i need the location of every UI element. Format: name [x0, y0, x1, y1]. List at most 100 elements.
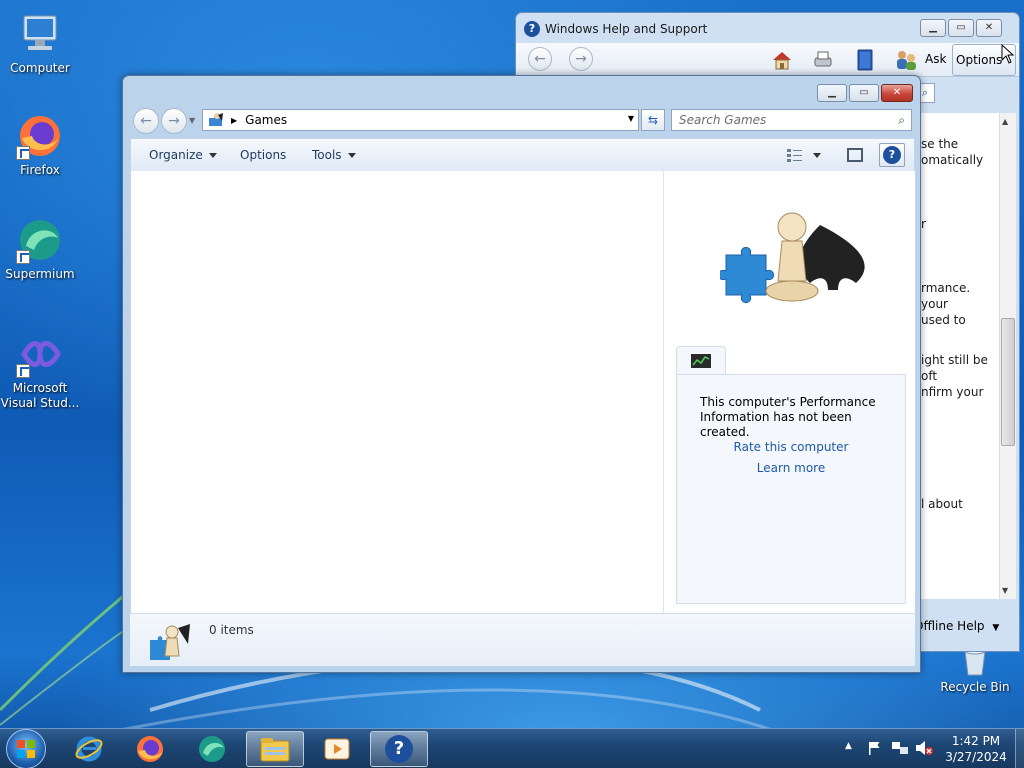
- desktop-icon-label: Firefox: [20, 163, 60, 177]
- details-pane: This computer's Performance Information …: [663, 171, 915, 613]
- search-input[interactable]: Search Games ⌕: [671, 109, 912, 131]
- volume-muted-icon[interactable]: [915, 740, 933, 756]
- start-button[interactable]: [6, 729, 46, 768]
- help-content-area: se the omatically r rmance. your used to…: [921, 113, 1001, 599]
- desktop-icon-label: Computer: [10, 61, 70, 75]
- taskbar-firefox[interactable]: [121, 731, 179, 767]
- help-icon: ?: [883, 146, 901, 164]
- system-clock[interactable]: 1:42 PM 3/27/2024: [940, 733, 1012, 765]
- command-bar: Organize Options Tools ?: [130, 138, 915, 171]
- help-toolbar: ← → Ask Options: [516, 43, 1019, 77]
- visual-studio-icon: [16, 330, 64, 378]
- close-button[interactable]: ✕: [881, 84, 913, 102]
- desktop-icon-label: Recycle Bin: [940, 680, 1010, 694]
- clock-date: 3/27/2024: [945, 750, 1007, 764]
- help-icon: ?: [524, 21, 540, 37]
- taskbar-windows-explorer[interactable]: [246, 731, 304, 767]
- windows-logo-icon: [17, 740, 35, 758]
- options-menu[interactable]: Options: [240, 148, 286, 162]
- supermium-icon: [16, 216, 64, 264]
- close-button[interactable]: ✕: [976, 19, 1002, 37]
- help-caption-buttons: ▁ ▭ ✕: [918, 19, 1002, 37]
- network-icon[interactable]: [891, 740, 909, 756]
- back-arrow-icon[interactable]: ←: [133, 108, 159, 134]
- shortcut-arrow-icon: [16, 146, 30, 160]
- show-hidden-icons-icon[interactable]: ▲: [845, 741, 852, 751]
- address-bar[interactable]: ▶ Games ▼: [202, 109, 639, 131]
- desktop-icon-recycle-bin[interactable]: Recycle Bin: [935, 645, 1015, 695]
- scroll-up-icon[interactable]: ▲: [1002, 117, 1008, 126]
- ask-button[interactable]: Ask: [925, 52, 946, 66]
- games-logo-icon: [718, 195, 880, 325]
- games-window[interactable]: ▁ ▭ ✕ ← → ▼ ▶ Games ▼ ⇆ Search Games ⌕ O…: [122, 75, 921, 673]
- firefox-icon: [137, 736, 163, 762]
- action-center-flag-icon[interactable]: [866, 740, 882, 756]
- help-window-title: ? Windows Help and Support: [524, 19, 707, 39]
- desktop-icon-label: Supermium: [5, 267, 75, 281]
- performance-panel: This computer's Performance Information …: [676, 374, 906, 604]
- address-dropdown-icon[interactable]: ▼: [628, 114, 634, 123]
- games-caption-buttons: ▁ ▭ ✕: [815, 84, 913, 102]
- desktop-icon-firefox[interactable]: Firefox: [0, 112, 80, 178]
- supermium-icon: [199, 736, 225, 762]
- home-icon[interactable]: [771, 49, 793, 71]
- print-icon[interactable]: [812, 49, 834, 71]
- breadcrumb-separator-icon: ▶: [231, 115, 238, 125]
- scroll-down-icon[interactable]: ▼: [1002, 586, 1008, 595]
- learn-more-link[interactable]: Learn more: [677, 461, 905, 475]
- chevron-down-icon: [208, 152, 217, 158]
- show-desktop-button[interactable]: [1015, 729, 1024, 768]
- games-folder-icon: [148, 622, 192, 662]
- clock-time: 1:42 PM: [951, 734, 1001, 748]
- chevron-down-icon: ▼: [992, 623, 1000, 633]
- performance-tab[interactable]: [676, 346, 726, 375]
- desktop-icon-supermium[interactable]: Supermium: [0, 216, 80, 282]
- rate-computer-link[interactable]: Rate this computer: [677, 440, 905, 454]
- forward-arrow-icon[interactable]: →: [569, 47, 593, 71]
- minimize-button[interactable]: ▁: [920, 19, 946, 37]
- help-scrollbar[interactable]: ▲ ▼: [999, 113, 1016, 599]
- offline-help-menu[interactable]: Offline Help ▼: [914, 619, 999, 633]
- games-folder-icon: [207, 111, 225, 129]
- browse-help-icon[interactable]: [854, 48, 876, 72]
- computer-icon: [16, 10, 64, 58]
- recent-pages-icon[interactable]: ▼: [189, 116, 195, 125]
- breadcrumb-games[interactable]: Games: [245, 113, 287, 127]
- search-icon: ⌕: [898, 113, 905, 127]
- back-arrow-icon[interactable]: ←: [528, 47, 552, 71]
- view-dropdown-icon[interactable]: [813, 153, 821, 158]
- details-bar: 0 items: [130, 613, 915, 666]
- shortcut-arrow-icon: [16, 364, 30, 378]
- shortcut-arrow-icon: [16, 250, 30, 264]
- scroll-thumb[interactable]: [1001, 318, 1015, 446]
- windows-explorer-icon: [260, 738, 290, 762]
- desktop-icon-visual-studio[interactable]: Microsoft Visual Stud...: [0, 330, 80, 411]
- desktop-icon-label: Microsoft Visual Stud...: [0, 381, 80, 410]
- taskbar: ? ▲ 1:42 PM 3/27/2024: [0, 728, 1024, 768]
- view-options-icon[interactable]: [786, 147, 804, 163]
- ask-icon[interactable]: [894, 48, 918, 72]
- mouse-cursor-icon: [1001, 44, 1015, 64]
- maximize-button[interactable]: ▭: [948, 19, 974, 37]
- firefox-icon: [16, 112, 64, 160]
- help-icon: ?: [385, 735, 413, 763]
- performance-message: This computer's Performance Information …: [700, 395, 876, 439]
- taskbar-help-and-support[interactable]: ?: [370, 731, 428, 767]
- maximize-button[interactable]: ▭: [849, 84, 879, 102]
- taskbar-media-player[interactable]: [308, 731, 366, 767]
- taskbar-supermium[interactable]: [183, 731, 241, 767]
- performance-monitor-icon: [691, 354, 711, 368]
- internet-explorer-icon: [75, 736, 103, 762]
- taskbar-internet-explorer[interactable]: [60, 731, 118, 767]
- desktop-icon-computer[interactable]: Computer: [0, 10, 80, 76]
- minimize-button[interactable]: ▁: [817, 84, 847, 102]
- games-list-pane[interactable]: [130, 171, 663, 613]
- chevron-down-icon: [347, 152, 356, 158]
- tools-menu[interactable]: Tools: [312, 148, 356, 162]
- forward-arrow-icon[interactable]: →: [161, 108, 187, 134]
- item-count: 0 items: [209, 623, 254, 637]
- help-button[interactable]: ?: [879, 143, 905, 167]
- preview-pane-icon[interactable]: [847, 148, 863, 162]
- organize-menu[interactable]: Organize: [149, 148, 217, 162]
- refresh-icon[interactable]: ⇆: [641, 109, 665, 131]
